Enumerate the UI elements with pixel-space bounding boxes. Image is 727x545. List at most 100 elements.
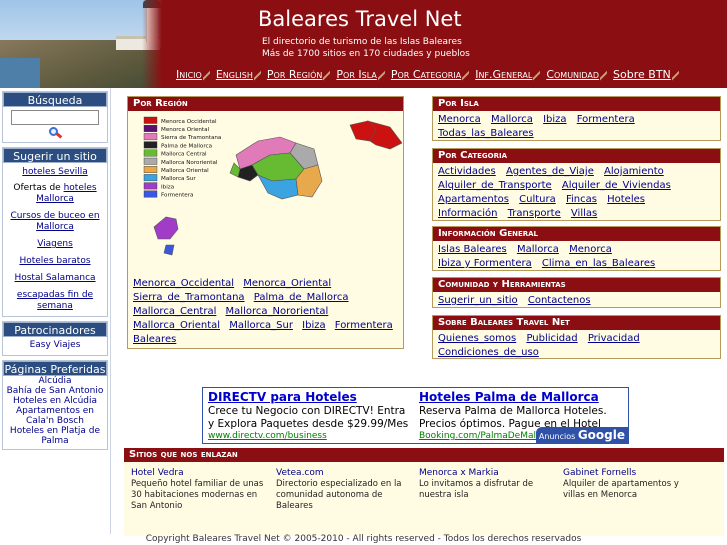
sobre-link-quienes-somos[interactable]: Quienes_somos [438, 333, 516, 344]
sidebar-link-escapadas[interactable]: escapadas fin de semana [3, 289, 107, 313]
region-link-mallorca-nororiental[interactable]: Mallorca_Nororiental [226, 306, 329, 317]
map-region-menorca-oriental[interactable] [366, 120, 403, 150]
cat-link-hoteles[interactable]: Hoteles [607, 194, 645, 205]
linking-site-2-name[interactable]: Vetea.com [276, 468, 324, 478]
linking-sites-title: Sitios que nos enlazan [124, 448, 724, 462]
region-link-formentera[interactable]: Formentera [335, 320, 393, 331]
legend-label: Ibiza [161, 184, 174, 190]
linking-site-3-name[interactable]: Menorca x Markia [419, 468, 499, 478]
gen-link-menorca[interactable]: Menorca [569, 244, 612, 255]
site-title: Baleares Travel Net [258, 7, 462, 31]
site-tagline: El directorio de turismo de las Islas Ba… [262, 36, 470, 60]
footer-copyright: Copyright Baleares Travel Net © 2005-201… [145, 534, 582, 544]
isla-link-menorca[interactable]: Menorca [438, 114, 481, 125]
gen-link-ibiza-formentera[interactable]: Ibiza y Formentera [438, 258, 532, 269]
legend-label: Menorca Oriental [161, 127, 210, 133]
nav-por-region[interactable]: Por Región [261, 66, 331, 84]
cat-link-transporte[interactable]: Transporte [508, 208, 561, 219]
ad-title-palma[interactable]: Hoteles Palma de Mallorca [419, 390, 624, 405]
sponsors-title: Patrocinadores [3, 322, 107, 337]
region-link-sierra-de-tramontana[interactable]: Sierra_de_Tramontana [133, 292, 245, 303]
isla-link-ibiza[interactable]: Ibiza [543, 114, 566, 125]
balearic-map[interactable]: Menorca Occidental Menorca Oriental Sierra… [140, 115, 403, 273]
cat-link-cultura[interactable]: Cultura [519, 194, 556, 205]
map-region-ibiza[interactable] [153, 216, 179, 240]
linking-site-4-desc: Alquiler de apartamentos y villas en Men… [563, 479, 679, 500]
left-sidebar: Búsqueda Sugerir un sitio hoteles Sevill… [0, 88, 111, 534]
favorite-bahia-san-antonio[interactable]: Bahía de San Antonio [3, 386, 107, 396]
nav-inf-general[interactable]: Inf.General [469, 66, 541, 84]
ads-by-google-badge[interactable]: Anuncios Google [535, 427, 628, 443]
cat-link-alquiler-transporte[interactable]: Alquiler_de_Transporte [438, 180, 552, 191]
gen-link-clima[interactable]: Clima_en_las_Baleares [542, 258, 655, 269]
sidebar-link-buceo[interactable]: Cursos de buceo en Mallorca [3, 210, 107, 234]
cat-link-apartamentos[interactable]: Apartamentos [438, 194, 509, 205]
region-link-palma-de-mallorca[interactable]: Palma_de_Mallorca [254, 292, 349, 303]
general-links: Islas Baleares Mallorca Menorca Ibiza y … [433, 241, 720, 274]
map-region-mallorca-west-tip[interactable] [229, 162, 241, 178]
nav-comunidad[interactable]: Comunidad [540, 66, 607, 84]
sidebar-link-ofertas: Ofertas de hoteles Mallorca [3, 182, 107, 206]
sponsor-easy-viajes[interactable]: Easy Viajes [3, 337, 107, 355]
legend-swatch [143, 116, 158, 124]
favorite-hoteles-alcudia[interactable]: Hoteles en Alcúdia [3, 396, 107, 406]
sobre-link-privacidad[interactable]: Privacidad [588, 333, 640, 344]
region-link-mallorca-oriental[interactable]: Mallorca_Oriental [133, 320, 220, 331]
suggest-title[interactable]: Sugerir un sitio [3, 148, 107, 163]
isla-link-formentera[interactable]: Formentera [577, 114, 635, 125]
legend-swatch [143, 166, 158, 173]
linking-site-4-name[interactable]: Gabinet Fornells [563, 468, 636, 478]
region-link-ibiza[interactable]: Ibiza [302, 320, 325, 331]
ad-url-directv[interactable]: www.directv.com/business [208, 431, 413, 442]
favorite-apartamentos-calan-bosch[interactable]: Apartamentos en Cala'n Bosch [3, 406, 107, 426]
legend-swatch [143, 149, 158, 157]
favorite-hoteles-platja-palma[interactable]: Hoteles en Platja de Palma [3, 426, 107, 446]
region-link-mallorca-central[interactable]: Mallorca_Central [133, 306, 216, 317]
ad-unit-directv[interactable]: DIRECTV para Hoteles Crece tu Negocio co… [208, 390, 413, 442]
sidebar-link-viagens[interactable]: Viagens [3, 238, 107, 251]
cat-link-agentes-de-viaje[interactable]: Agentes_de_Viaje [506, 166, 594, 177]
cat-link-alquiler-viviendas[interactable]: Alquiler_de_Viviendas [562, 180, 671, 191]
gen-link-islas-baleares[interactable]: Islas Baleares [438, 244, 507, 255]
cat-link-actividades[interactable]: Actividades [438, 166, 496, 177]
sobre-link-condiciones[interactable]: Condiciones_de_uso [438, 347, 539, 358]
com-link-sugerir-sitio[interactable]: Sugerir_un_sitio [438, 295, 518, 306]
legend-swatch [143, 133, 158, 141]
sobre-link-publicidad[interactable]: Publicidad [526, 333, 577, 344]
favorite-alcudia[interactable]: Alcúdia [3, 376, 107, 386]
linking-sites-panel: Sitios que nos enlazan Hotel Vedra Peque… [124, 448, 724, 536]
nav-english[interactable]: English [210, 66, 261, 84]
nav-inicio[interactable]: Inicio [170, 66, 210, 84]
top-navigation: Inicio English Por Región Por Isla Por C… [170, 66, 679, 84]
tagline-line-2: Más de 1700 sitios en 170 ciudades y pue… [262, 49, 470, 59]
com-link-contactenos[interactable]: Contactenos [528, 295, 591, 306]
gen-link-mallorca[interactable]: Mallorca [517, 244, 559, 255]
cat-link-villas[interactable]: Villas [571, 208, 597, 219]
linking-site-1-name[interactable]: Hotel Vedra [131, 468, 184, 478]
search-title: Búsqueda [3, 92, 107, 107]
region-link-mallorca-sur[interactable]: Mallorca_Sur [229, 320, 293, 331]
nav-por-isla[interactable]: Por Isla [330, 66, 386, 84]
region-link-menorca-occidental[interactable]: Menorca_Occidental [133, 278, 234, 289]
cat-link-fincas[interactable]: Fincas [566, 194, 597, 205]
cat-link-informacion[interactable]: Información [438, 208, 497, 219]
comunidad-links: Sugerir_un_sitio Contactenos [433, 292, 720, 311]
sidebar-link-hoteles-sevilla[interactable]: hoteles Sevilla [3, 166, 107, 179]
isla-link-todas-las-baleares[interactable]: Todas_las_Baleares [438, 128, 534, 139]
nav-por-categoria[interactable]: Por Categoria [385, 66, 470, 84]
region-link-baleares[interactable]: Baleares [133, 334, 176, 345]
legend-label: Menorca Occidental [161, 119, 217, 125]
sidebar-link-hostal-salamanca[interactable]: Hostal Salamanca [3, 272, 107, 285]
ofertas-prefix: Ofertas de [13, 183, 64, 193]
search-box: Búsqueda [2, 91, 108, 143]
region-link-menorca-oriental[interactable]: Menorca_Oriental [243, 278, 331, 289]
map-region-formentera[interactable] [163, 244, 175, 256]
general-title: Información General [433, 227, 720, 241]
nav-sobre-btn[interactable]: Sobre BTN [607, 66, 679, 84]
ad-title-directv[interactable]: DIRECTV para Hoteles [208, 390, 413, 405]
search-input[interactable] [11, 110, 99, 125]
isla-link-mallorca[interactable]: Mallorca [491, 114, 533, 125]
sidebar-link-hoteles-baratos[interactable]: Hoteles baratos [3, 255, 107, 268]
cat-link-alojamiento[interactable]: Alojamiento [604, 166, 664, 177]
search-icon[interactable] [48, 127, 63, 139]
